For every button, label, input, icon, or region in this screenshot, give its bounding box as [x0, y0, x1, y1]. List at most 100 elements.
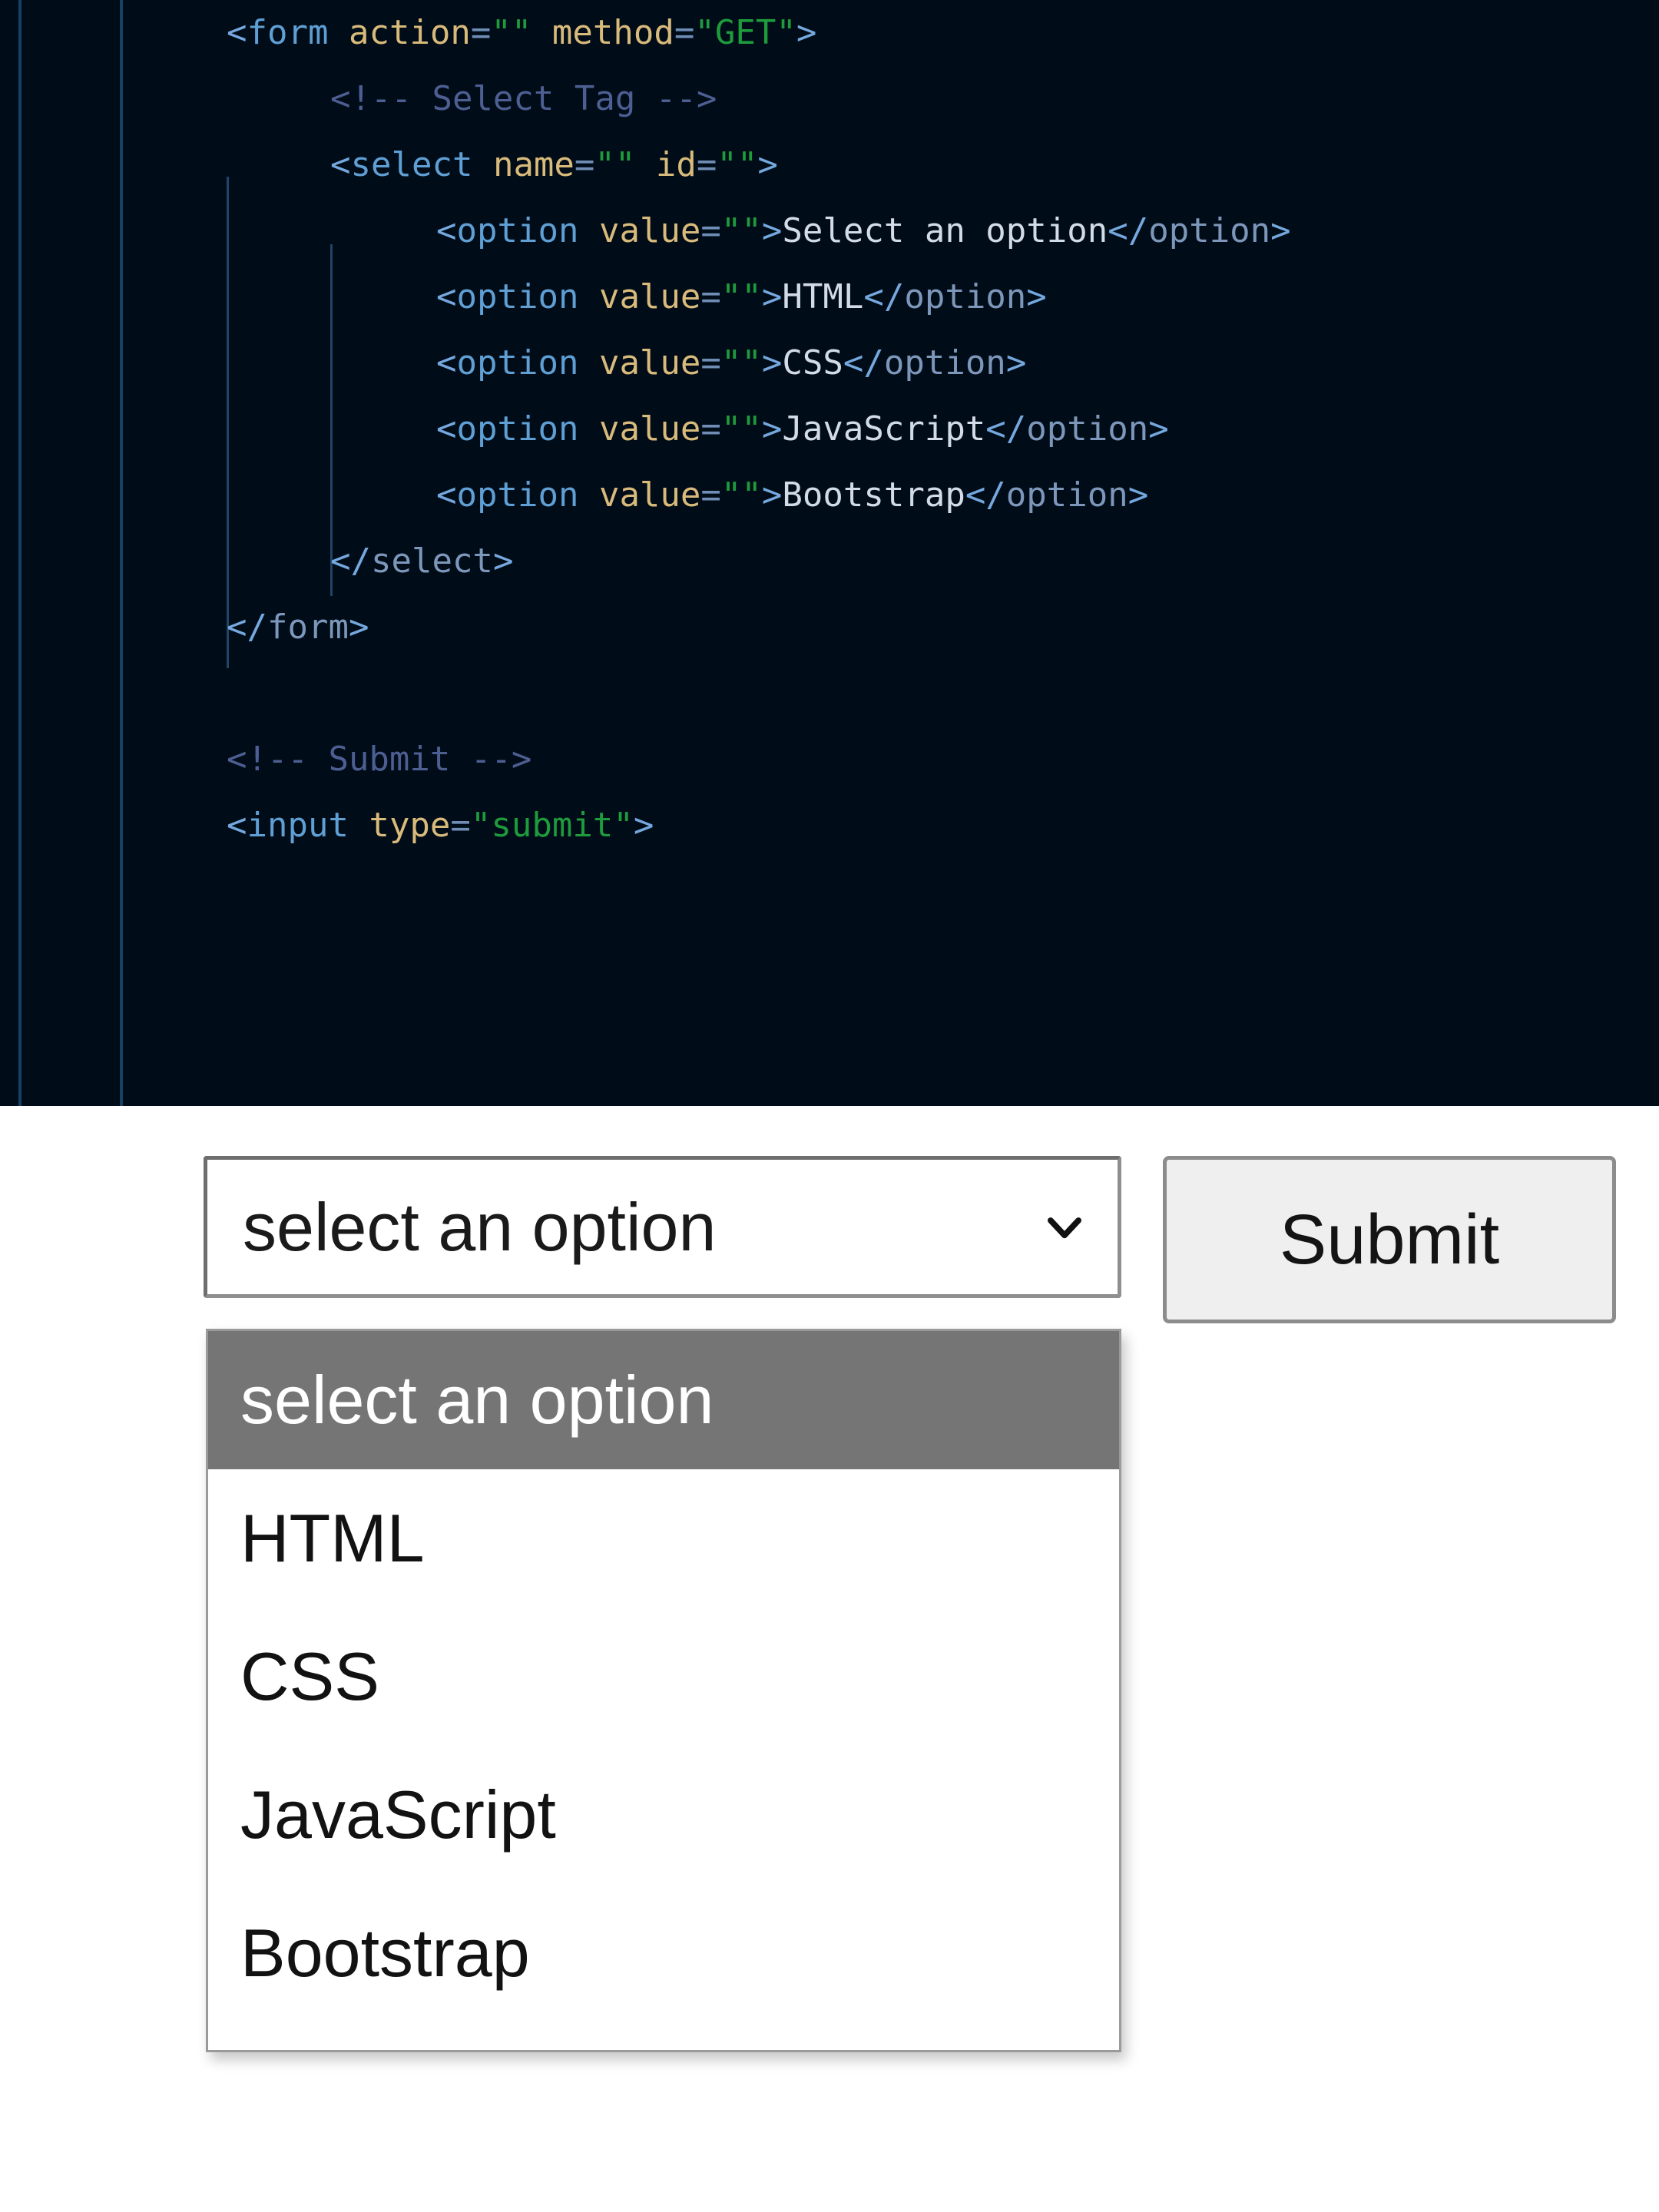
- code-token-str: "": [720, 343, 762, 382]
- code-token-tag: option: [456, 277, 579, 316]
- code-token-pnct: <: [436, 475, 457, 515]
- submit-button[interactable]: Submit: [1163, 1156, 1616, 1323]
- code-token-tagc: select: [370, 541, 493, 581]
- code-token-pnct: <: [436, 211, 457, 250]
- code-token-pnct: </: [227, 608, 267, 647]
- code-token-pnct: <: [227, 806, 247, 845]
- code-token-str: "": [717, 145, 758, 184]
- dropdown-bottom-padding: [208, 2022, 1119, 2050]
- code-token-attr: type: [369, 806, 451, 845]
- code-token-pnct: <: [330, 145, 351, 184]
- code-token-pnct: </: [1108, 211, 1149, 250]
- code-token-pnct: <: [436, 409, 457, 449]
- code-token-txt: JavaScript: [782, 409, 986, 449]
- code-token-pnct: </: [985, 409, 1027, 449]
- code-block[interactable]: <form action="" method="GET"> <!-- Select…: [0, 0, 1659, 859]
- dropdown-option[interactable]: select an option: [208, 1331, 1119, 1469]
- code-token-pnct: >: [1128, 475, 1149, 515]
- code-token-tagc: option: [1148, 211, 1271, 250]
- code-token-pnct: <: [436, 343, 457, 382]
- dropdown-option[interactable]: HTML: [208, 1469, 1119, 1608]
- code-token-tagc: option: [904, 277, 1027, 316]
- code-token-eq: =: [700, 277, 721, 316]
- code-token-attr: value: [598, 277, 701, 316]
- select-options-list[interactable]: select an option HTML CSS JavaScript Bootstr…: [206, 1329, 1121, 2052]
- code-line-5: <option value="">HTML</option>: [0, 264, 1659, 330]
- code-token-pnct: >: [796, 13, 817, 52]
- select-dropdown[interactable]: select an option: [204, 1156, 1121, 1298]
- code-token-txt: Bootstrap: [782, 475, 965, 515]
- code-token-attr: value: [598, 475, 701, 515]
- code-token-cmt: <!-- Submit -->: [227, 740, 532, 779]
- code-token-pnct: >: [1270, 211, 1291, 250]
- code-token-str: "": [720, 475, 762, 515]
- code-token-pnct: >: [492, 541, 514, 581]
- code-line-4: <option value="">Select an option</optio…: [0, 198, 1659, 264]
- code-token-tag: option: [456, 211, 579, 250]
- code-token-pnct: <: [227, 13, 247, 52]
- chevron-down-icon: [1048, 1217, 1081, 1238]
- code-token-pnct: >: [761, 409, 783, 449]
- code-token-tagc: option: [1005, 475, 1128, 515]
- code-token-pnct: >: [761, 343, 783, 382]
- code-line-1: <form action="" method="GET">: [0, 0, 1659, 66]
- code-line-7: <option value="">JavaScript</option>: [0, 396, 1659, 462]
- code-line-8: <option value="">Bootstrap</option>: [0, 462, 1659, 528]
- code-token-pnct: >: [1005, 343, 1027, 382]
- code-token-tag: option: [456, 409, 579, 449]
- code-token-cmt: <!-- Select Tag -->: [330, 79, 717, 118]
- code-token-pnct: >: [1026, 277, 1047, 316]
- code-token-tagc: form: [267, 608, 349, 647]
- code-token-eq: =: [700, 475, 721, 515]
- code-editor[interactable]: <form action="" method="GET"> <!-- Select…: [0, 0, 1659, 1106]
- code-token-txt: Select an option: [782, 211, 1108, 250]
- code-token-str: "": [594, 145, 636, 184]
- form-controls-row: select an option Submit: [204, 1156, 1616, 1323]
- code-token-pnct: >: [761, 277, 783, 316]
- code-token-tag: input: [247, 806, 349, 845]
- code-token-eq: =: [700, 211, 721, 250]
- code-token-eq: =: [470, 13, 492, 52]
- dropdown-option[interactable]: CSS: [208, 1608, 1119, 1746]
- code-token-pnct: >: [633, 806, 654, 845]
- code-token-pnct: >: [761, 475, 783, 515]
- code-token-attr: action: [348, 13, 471, 52]
- code-token-str: "GET": [694, 13, 796, 52]
- code-token-eq: =: [450, 806, 471, 845]
- code-token-pnct: >: [1148, 409, 1169, 449]
- code-token-eq: =: [674, 13, 695, 52]
- code-token-attr: value: [598, 211, 701, 250]
- code-token-attr: id: [655, 145, 697, 184]
- code-token-attr: name: [492, 145, 575, 184]
- code-token-tag: option: [456, 343, 579, 382]
- select-selected-value: select an option: [243, 1188, 717, 1265]
- dropdown-option[interactable]: Bootstrap: [208, 1884, 1119, 2022]
- code-token-pnct: >: [757, 145, 778, 184]
- code-token-str: "": [491, 13, 532, 52]
- code-line-10: </form>: [0, 594, 1659, 661]
- code-token-pnct: <: [436, 277, 457, 316]
- code-token-pnct: >: [761, 211, 783, 250]
- code-token-eq: =: [574, 145, 595, 184]
- dropdown-option[interactable]: JavaScript: [208, 1746, 1119, 1884]
- code-token-str: "": [720, 409, 762, 449]
- code-token-attr: value: [598, 343, 701, 382]
- code-token-tag: form: [247, 13, 329, 52]
- code-token-eq: =: [696, 145, 717, 184]
- code-token-tag: option: [456, 475, 579, 515]
- code-token-pnct: </: [863, 277, 905, 316]
- code-token-txt: HTML: [782, 277, 864, 316]
- code-token-txt: CSS: [782, 343, 843, 382]
- code-token-tagc: option: [883, 343, 1006, 382]
- code-token-tag: select: [350, 145, 473, 184]
- code-token-pnct: >: [348, 608, 369, 647]
